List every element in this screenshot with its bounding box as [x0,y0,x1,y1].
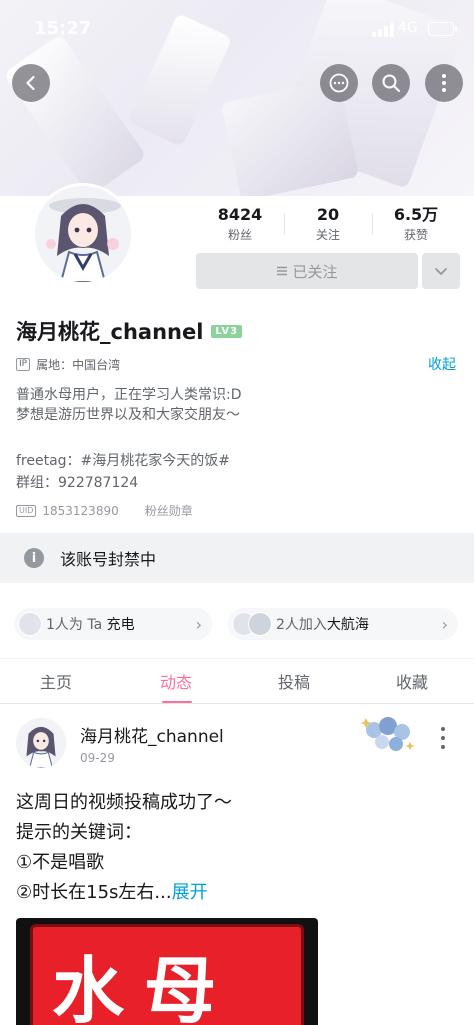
stat-value: 6.5万 [393,205,439,224]
profile-name: 海月桃花_channel [16,320,204,344]
search-icon [382,74,400,92]
avatar-illustration [35,186,131,282]
followed-button[interactable]: 已关注 [196,253,418,289]
uid-value[interactable]: 1853123890 [42,504,118,518]
tab-dynamics[interactable]: 动态 [160,669,192,693]
back-button[interactable] [12,64,50,102]
level-badge: LV3 [211,324,243,338]
charge-text: 1人为 Ta 充电 [46,617,135,633]
chevron-left-icon [26,75,35,91]
fleet-text: 2人加入大航海 [276,617,369,633]
active-tab-indicator [162,701,192,703]
uid-tag: UID [16,504,37,517]
stat-likes[interactable]: 6.5万 获赞 [372,204,460,246]
info-icon: i [24,548,44,568]
battery-icon [428,22,457,36]
banned-notice: i 该账号封禁中 [0,533,474,583]
chevron-right-icon: › [195,614,202,634]
search-button[interactable] [372,64,410,102]
post-line: ①不是唱歌 [16,852,105,873]
bio-line: 普通水母用户，正在学习人类常识:D [16,387,242,403]
chat-bubble-icon [329,73,349,93]
stat-value: 20 [316,205,340,224]
post-line: 提示的关键词： [16,822,142,843]
stat-label: 粉丝 [227,228,252,242]
ip-location-row: IP 属地：中国台湾 [16,356,120,373]
menu-lines-icon [277,266,288,276]
profile-avatar[interactable] [32,183,134,285]
tab-home[interactable]: 主页 [40,669,72,693]
chevron-right-icon: › [441,614,448,634]
status-time: 15:27 [34,18,92,39]
stat-following[interactable]: 20 关注 [284,204,372,246]
signal-icon [372,23,394,37]
stat-label: 获赞 [403,228,428,242]
banned-text: 该账号封禁中 [60,550,157,569]
post-image[interactable]: 水母 [16,918,318,1025]
more-options-button[interactable] [425,64,463,102]
message-button[interactable] [320,64,358,102]
follow-dropdown-button[interactable] [422,253,460,289]
tab-favorites[interactable]: 收藏 [396,669,428,693]
profile-tags: freetag：#海月桃花家今天的饭# 群组：922787124 [16,450,230,494]
network-type: 4G [398,20,418,36]
avatar-illustration [16,718,66,768]
fan-medal-link[interactable]: 粉丝勋章 [145,502,193,519]
post-author-name[interactable]: 海月桃花_channel [80,722,224,747]
status-bar: 15:27 4G [0,0,474,58]
chevron-down-icon [435,268,447,275]
freetag-line: freetag：#海月桃花家今天的饭# [16,453,231,469]
charger-avatar [18,612,42,636]
collapse-link[interactable]: 收起 [428,354,456,374]
post-image-text: 水母 [52,949,237,1025]
post-date: 09-29 [80,751,115,765]
decoration-card-icon [360,717,415,751]
profile-tabs: 主页 动态 投稿 收藏 [0,658,474,704]
more-vertical-icon [442,74,446,92]
group-line: 群组：922787124 [16,475,139,491]
charge-pill[interactable]: 1人为 Ta 充电 › [14,608,212,640]
ip-location: 属地：中国台湾 [36,358,121,372]
ip-tag: IP [16,358,31,371]
fleet-pill[interactable]: 2人加入大航海 › [228,608,458,640]
post-author-avatar[interactable] [16,718,66,768]
stat-value: 8424 [217,205,263,224]
bio-line: 梦想是游历世界以及和大家交朋友～ [16,407,240,423]
tab-submissions[interactable]: 投稿 [278,669,310,693]
followed-label: 已关注 [292,262,338,281]
post-line: 这周日的视频投稿成功了～ [16,792,232,813]
profile-name-row: 海月桃花_channel LV3 [16,316,243,346]
uid-row: UID 1853123890 粉丝勋章 [16,502,193,519]
expand-link[interactable]: 展开 [172,882,208,903]
post-line: ②时长在15s左右...展开 [16,882,208,903]
stat-followers[interactable]: 8424 粉丝 [196,204,284,246]
post-content: 这周日的视频投稿成功了～ 提示的关键词： ①不是唱歌 ②时长在15s左右...展… [16,788,232,908]
profile-bio: 普通水母用户，正在学习人类常识:D 梦想是游历世界以及和大家交朋友～ [16,385,242,425]
post-more-button[interactable] [434,725,452,751]
fleet-avatar-2 [248,612,272,636]
profile-stats: 8424 粉丝 20 关注 6.5万 获赞 [196,204,460,246]
stat-label: 关注 [315,228,340,242]
